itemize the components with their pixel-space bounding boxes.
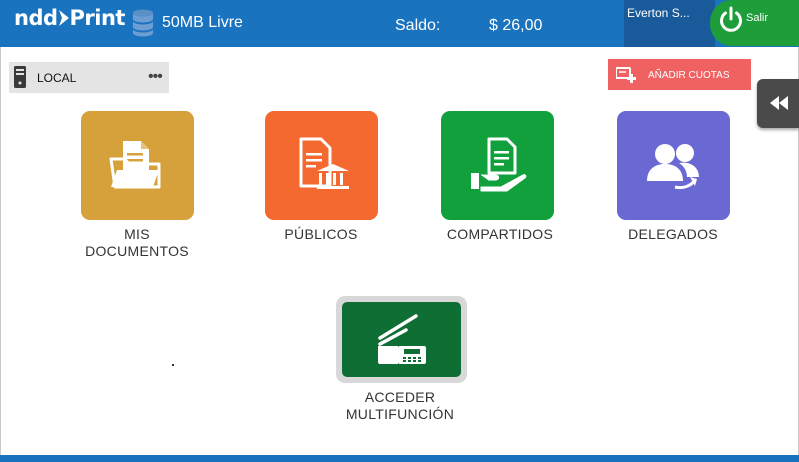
tile-label-line-1: ACCEDER <box>364 389 436 405</box>
balance-value: $ 26,00 <box>489 17 543 34</box>
user-info: Everton S... <box>624 0 715 47</box>
delegated-users-icon <box>647 144 699 190</box>
add-quota-icon <box>616 67 636 83</box>
tile-label-multifuncion: ACCEDER MULTIFUNCIÓN <box>330 389 470 423</box>
add-quota-label: AÑADIR CUOTAS <box>648 70 730 81</box>
tile-label-mis-documentos: MIS DOCUMENTOS <box>72 226 202 260</box>
public-document-icon <box>299 137 349 189</box>
tile-publicos[interactable] <box>265 111 378 220</box>
collapse-panel-tab[interactable] <box>757 79 799 128</box>
storage-free-label: 50MB Livre <box>162 14 243 31</box>
shared-document-icon <box>471 137 527 192</box>
logo-arrow-icon <box>58 7 69 26</box>
logo-suffix: Print <box>69 6 126 30</box>
storage-database-icon <box>133 9 153 37</box>
scanner-icon <box>378 314 426 364</box>
tile-label-publicos: PÚBLICOS <box>284 226 358 242</box>
logout-button[interactable]: Salir <box>710 0 799 46</box>
tile-label-line-1: MIS <box>124 226 150 242</box>
server-icon <box>14 66 26 88</box>
logo-prefix: ndd <box>14 6 58 30</box>
tile-acceder-multifuncion[interactable] <box>336 296 467 383</box>
tile-label-line-2: DOCUMENTOS <box>85 243 189 259</box>
tile-compartidos[interactable] <box>441 111 554 220</box>
location-label: LOCAL <box>37 71 77 85</box>
power-icon <box>720 6 742 32</box>
top-bar: ndd Print 50MB Livre Saldo: $ 26,00 Ever… <box>0 0 799 47</box>
stray-dot <box>172 364 174 366</box>
user-name: Everton S... <box>627 6 690 20</box>
rewind-icon <box>770 96 788 110</box>
ndd-print-logo: ndd Print <box>14 6 125 32</box>
folder-document-icon <box>109 141 161 189</box>
tile-label-compartidos: COMPARTIDOS <box>446 226 554 242</box>
balance-label: Saldo: <box>395 17 441 34</box>
more-options-icon[interactable]: ••• <box>148 68 163 86</box>
tile-label-delegados: DELEGADOS <box>628 226 718 242</box>
bottom-bar <box>0 455 799 462</box>
multifunction-tile-inner <box>342 302 461 377</box>
add-quota-button[interactable]: AÑADIR CUOTAS <box>608 59 751 90</box>
tile-mis-documentos[interactable] <box>81 111 194 220</box>
tile-delegados[interactable] <box>617 111 730 220</box>
tile-label-line-2: MULTIFUNCIÓN <box>345 406 455 422</box>
location-selector[interactable]: LOCAL ••• <box>9 62 169 93</box>
logout-label: Salir <box>746 12 769 24</box>
